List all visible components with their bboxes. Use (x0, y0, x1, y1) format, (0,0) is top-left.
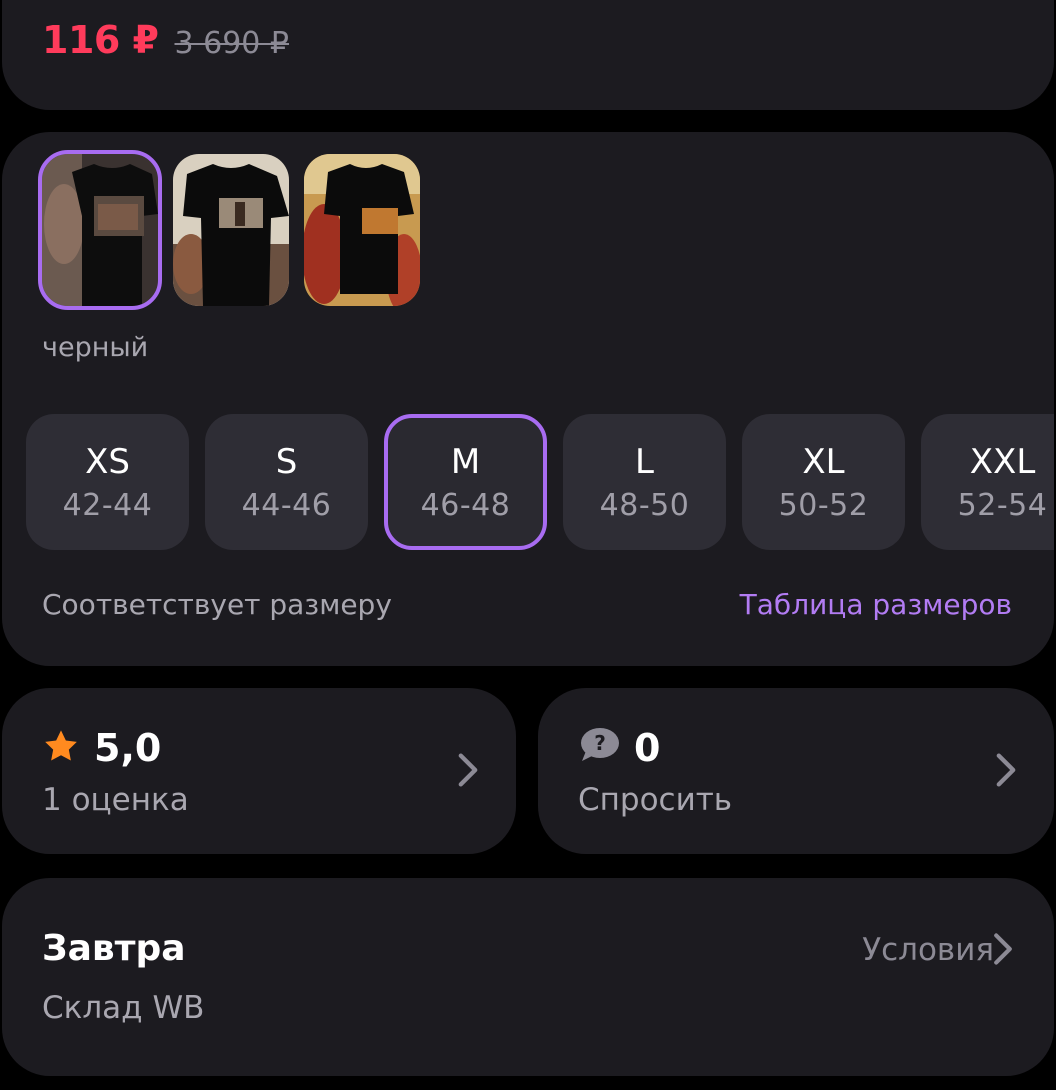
star-icon (42, 728, 80, 768)
svg-text:?: ? (594, 731, 606, 755)
price-row: 116 ₽ 3 690 ₽ (42, 18, 289, 62)
size-option-l[interactable]: L 48-50 (563, 414, 726, 550)
size-label: S (275, 441, 298, 482)
question-bubble-icon: ? (578, 727, 620, 769)
size-range: 52-54 (957, 487, 1048, 523)
rating-value: 5,0 (94, 726, 162, 770)
old-price: 3 690 ₽ (174, 26, 290, 61)
size-range: 42-44 (62, 487, 153, 523)
size-option-s[interactable]: S 44-46 (205, 414, 368, 550)
rating-row: 5,0 (42, 726, 161, 770)
color-thumbnails (38, 150, 420, 310)
color-thumbnail-1[interactable] (38, 150, 162, 310)
size-label: M (450, 441, 481, 482)
rating-card[interactable]: 5,0 1 оценка (2, 688, 516, 854)
variant-card: черный XS 42-44 S 44-46 M 46-48 L 48-50 … (2, 132, 1054, 666)
delivery-date: Завтра (42, 928, 186, 969)
size-option-xs[interactable]: XS 42-44 (26, 414, 189, 550)
size-range: 48-50 (599, 487, 690, 523)
questions-count: 0 (634, 726, 661, 770)
size-label: XXL (969, 441, 1036, 482)
size-label: L (635, 441, 654, 482)
color-thumbnail-3[interactable] (304, 154, 420, 306)
size-label: XL (802, 441, 845, 482)
ask-question-label: Спросить (578, 782, 733, 818)
size-table-link[interactable]: Таблица размеров (740, 588, 1012, 621)
size-label: XS (85, 441, 130, 482)
size-option-xl[interactable]: XL 50-52 (742, 414, 905, 550)
product-page: 116 ₽ 3 690 ₽ черный XS 42-44 S 44-46 M … (0, 0, 1056, 1090)
selected-color-name: черный (42, 332, 149, 363)
rating-count: 1 оценка (42, 782, 189, 818)
current-price: 116 ₽ (42, 18, 159, 62)
color-thumbnail-2[interactable] (173, 154, 289, 306)
questions-row: ? 0 (578, 726, 660, 770)
fit-description: Соответствует размеру (42, 588, 392, 621)
chevron-right-icon (456, 752, 480, 788)
size-range: 46-48 (420, 487, 511, 523)
chevron-right-icon (994, 752, 1018, 788)
delivery-warehouse: Склад WB (42, 990, 205, 1026)
size-range: 50-52 (778, 487, 869, 523)
size-option-m[interactable]: M 46-48 (384, 414, 547, 550)
delivery-card: Завтра Склад WB Условия (2, 878, 1054, 1076)
questions-card[interactable]: ? 0 Спросить (538, 688, 1054, 854)
chevron-right-icon[interactable] (992, 932, 1014, 966)
size-selector: XS 42-44 S 44-46 M 46-48 L 48-50 XL 50-5… (26, 414, 1054, 550)
size-option-xxl[interactable]: XXL 52-54 (921, 414, 1054, 550)
size-range: 44-46 (241, 487, 332, 523)
delivery-conditions-link[interactable]: Условия (862, 932, 994, 968)
price-card: 116 ₽ 3 690 ₽ (2, 0, 1054, 110)
